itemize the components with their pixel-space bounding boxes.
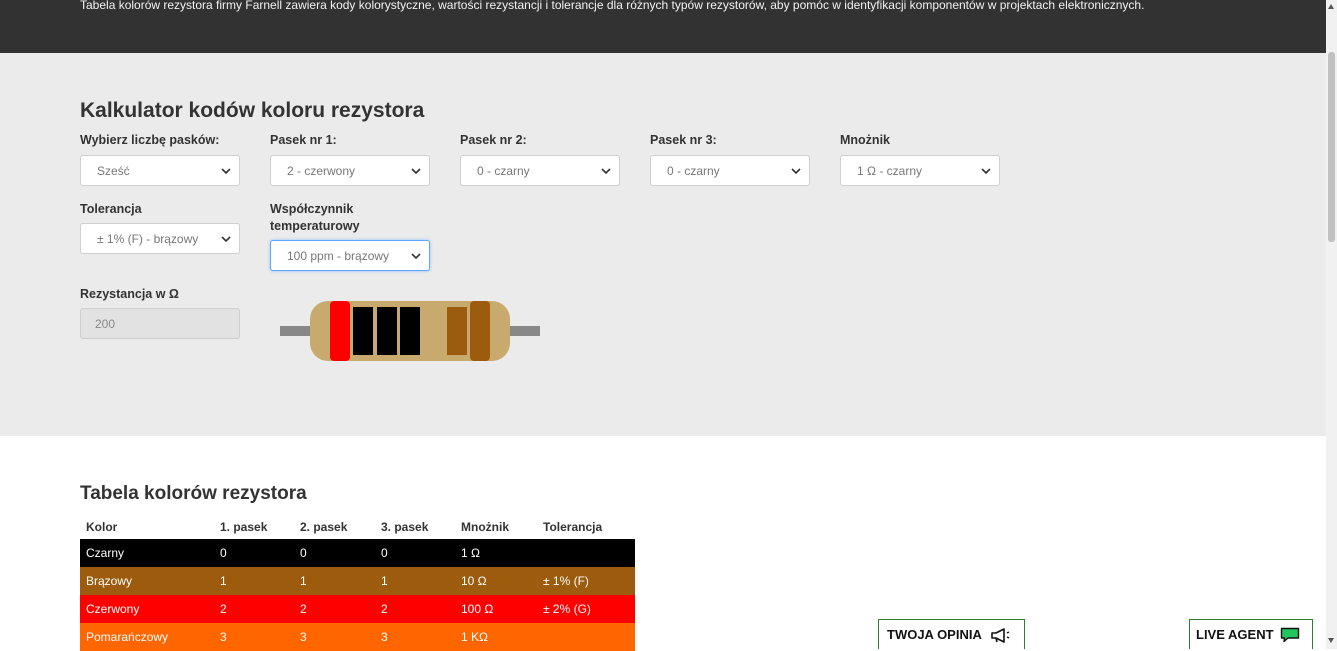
- header-multiplier: Mnożnik: [461, 520, 509, 534]
- feedback-button[interactable]: TWOJA OPINIA: [878, 619, 1025, 649]
- scroll-down-arrow-icon[interactable]: [1328, 638, 1334, 643]
- cell-multiplier: 100 Ω: [455, 595, 537, 623]
- cell-multiplier: 10 Ω: [455, 567, 537, 595]
- tolerance-label: Tolerancja: [80, 202, 142, 216]
- resistor-band-3: [377, 307, 397, 355]
- cell-tolerance: [537, 623, 635, 651]
- live-agent-label: LIVE AGENT: [1196, 627, 1274, 642]
- tempco-label: Współczynnik temperaturowy: [270, 201, 360, 235]
- resistor-band-2: [353, 307, 373, 355]
- cell-band1: 3: [214, 623, 294, 651]
- tolerance-select[interactable]: ± 1% (F) - brązowy: [80, 223, 240, 254]
- multiplier-select[interactable]: 1 Ω - czarny: [840, 155, 1000, 186]
- chevron-down-icon: [601, 168, 611, 175]
- band3-value: 0 - czarny: [667, 164, 720, 178]
- table-row: Czarny 0 0 0 1 Ω: [80, 539, 635, 567]
- color-table: Kolor 1. pasek 2. pasek 3. pasek Mnożnik…: [80, 515, 635, 651]
- cell-band1: 1: [214, 567, 294, 595]
- tempco-label-line1: Współczynnik: [270, 202, 354, 216]
- cell-multiplier: 1 KΩ: [455, 623, 537, 651]
- band1-value: 2 - czerwony: [287, 164, 356, 178]
- chevron-down-icon: [791, 168, 801, 175]
- resistor-illustration: [280, 301, 540, 361]
- megaphone-icon: [991, 627, 1010, 643]
- chat-bubble-icon: [1280, 627, 1299, 642]
- band1-select[interactable]: 2 - czerwony: [270, 155, 430, 186]
- tempco-select[interactable]: 100 ppm - brązowy: [270, 240, 430, 271]
- resistor-lead-right: [508, 326, 540, 336]
- cell-color: Czarny: [80, 539, 214, 567]
- bands-count-value: Sześć: [97, 164, 130, 178]
- cell-band3: 2: [375, 595, 455, 623]
- bands-count-label: Wybierz liczbę pasków:: [80, 133, 220, 147]
- cell-band3: 0: [375, 539, 455, 567]
- cell-band1: 2: [214, 595, 294, 623]
- band2-label: Pasek nr 2:: [460, 133, 527, 147]
- calculator-title: Kalkulator kodów koloru rezystora: [80, 99, 425, 122]
- cell-color: Brązowy: [80, 567, 214, 595]
- bands-count-select[interactable]: Sześć: [80, 155, 240, 186]
- table-row: Czerwony 2 2 2 100 Ω ± 2% (G): [80, 595, 635, 623]
- cell-band2: 3: [294, 623, 375, 651]
- tempco-label-line2: temperaturowy: [270, 219, 360, 233]
- band1-label: Pasek nr 1:: [270, 133, 337, 147]
- cell-band2: 1: [294, 567, 375, 595]
- calculator-section: Kalkulator kodów koloru rezystora Wybier…: [0, 53, 1326, 436]
- cell-tolerance: [537, 539, 635, 567]
- resistor-band-1: [330, 301, 350, 361]
- header-color: Kolor: [86, 520, 118, 534]
- scrollbar-thumb[interactable]: [1328, 52, 1335, 242]
- cell-band2: 0: [294, 539, 375, 567]
- band3-select[interactable]: 0 - czarny: [650, 155, 810, 186]
- resistor-band-tempco: [470, 301, 490, 361]
- tolerance-value: ± 1% (F) - brązowy: [97, 232, 199, 246]
- band3-label: Pasek nr 3:: [650, 133, 717, 147]
- resistance-output: 200: [80, 308, 240, 339]
- resistance-value: 200: [95, 317, 116, 331]
- color-table-title: Tabela kolorów rezystora: [80, 483, 307, 504]
- table-row: Pomarańczowy 3 3 3 1 KΩ: [80, 623, 635, 651]
- chevron-down-icon: [411, 168, 421, 175]
- chevron-down-icon: [221, 236, 231, 243]
- page-scrollbar[interactable]: [1326, 0, 1337, 649]
- cell-band3: 1: [375, 567, 455, 595]
- header-band2: 2. pasek: [300, 520, 348, 534]
- chevron-down-icon: [981, 168, 991, 175]
- live-agent-button[interactable]: LIVE AGENT: [1189, 619, 1313, 649]
- band2-select[interactable]: 0 - czarny: [460, 155, 620, 186]
- resistance-label: Rezystancja w Ω: [80, 287, 179, 301]
- page-description: Tabela kolorów rezystora firmy Farnell z…: [80, 0, 1145, 12]
- cell-band1: 0: [214, 539, 294, 567]
- color-table-header: Kolor 1. pasek 2. pasek 3. pasek Mnożnik…: [80, 515, 635, 539]
- table-row: Brązowy 1 1 1 10 Ω ± 1% (F): [80, 567, 635, 595]
- cell-tolerance: ± 2% (G): [537, 595, 635, 623]
- resistor-band-multiplier: [400, 307, 420, 355]
- header-band3: 3. pasek: [381, 520, 429, 534]
- multiplier-value: 1 Ω - czarny: [857, 164, 922, 178]
- multiplier-label: Mnożnik: [840, 133, 890, 147]
- page-header: Tabela kolorów rezystora firmy Farnell z…: [0, 0, 1326, 53]
- chevron-down-icon: [411, 253, 421, 260]
- cell-color: Pomarańczowy: [80, 623, 214, 651]
- header-tolerance: Tolerancja: [543, 520, 603, 534]
- tempco-value: 100 ppm - brązowy: [287, 249, 390, 263]
- cell-tolerance: ± 1% (F): [537, 567, 635, 595]
- cell-band2: 2: [294, 595, 375, 623]
- chevron-down-icon: [221, 168, 231, 175]
- band2-value: 0 - czarny: [477, 164, 530, 178]
- feedback-label: TWOJA OPINIA: [887, 627, 982, 642]
- scroll-up-arrow-icon[interactable]: [1328, 4, 1334, 9]
- cell-multiplier: 1 Ω: [455, 539, 537, 567]
- cell-band3: 3: [375, 623, 455, 651]
- header-band1: 1. pasek: [220, 520, 268, 534]
- resistor-band-tolerance: [447, 307, 467, 355]
- cell-color: Czerwony: [80, 595, 214, 623]
- resistor-lead-left: [280, 326, 312, 336]
